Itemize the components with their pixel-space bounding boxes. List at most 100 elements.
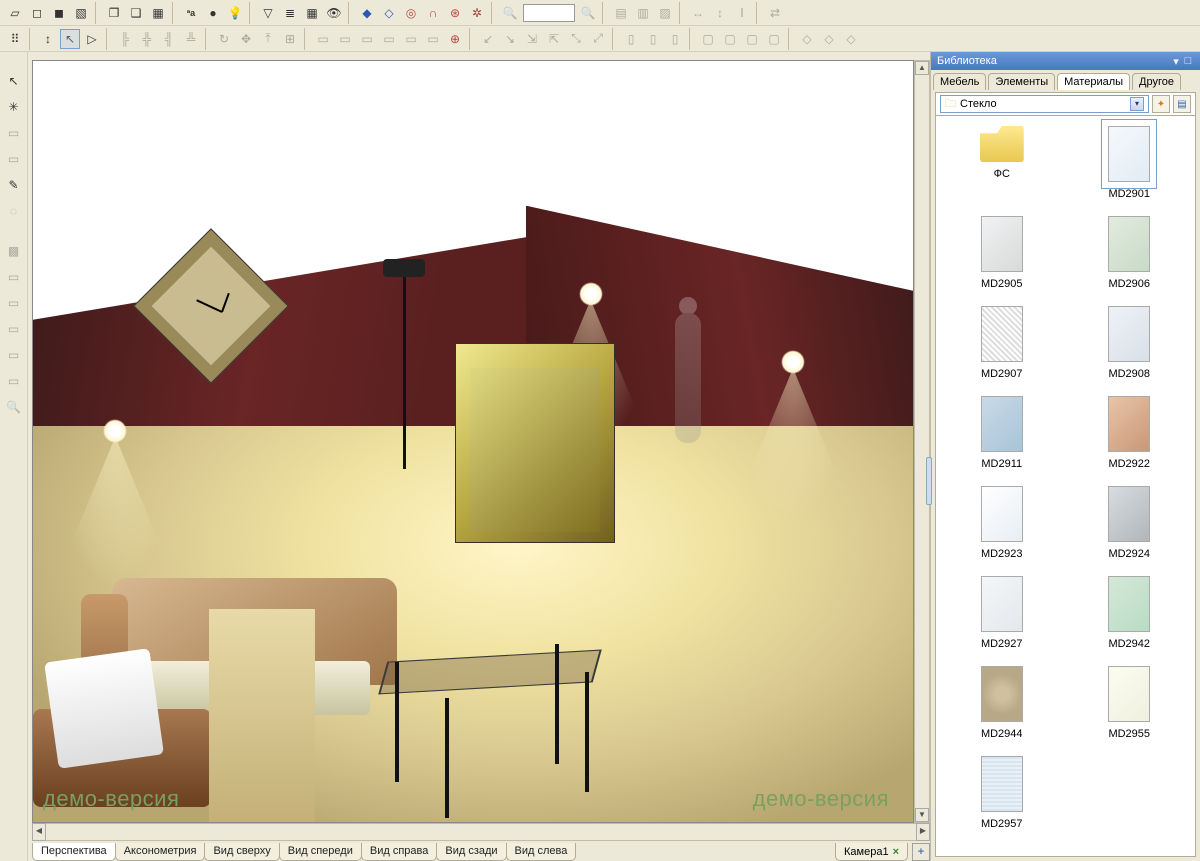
library-item[interactable]: MD2927 xyxy=(952,576,1052,650)
v1-icon[interactable]: ▯ xyxy=(620,28,642,50)
ruler-icon[interactable]: ≣ xyxy=(279,2,301,24)
category-combo[interactable]: 🗀 Стекло ▾ xyxy=(940,95,1149,113)
lasso-icon[interactable]: ◌ xyxy=(3,200,25,222)
zoom-icon[interactable]: 🔍 xyxy=(499,2,521,24)
box-open-icon[interactable]: ❑ xyxy=(125,2,147,24)
t1-icon[interactable]: ◇ xyxy=(796,28,818,50)
d3-icon[interactable]: ⇲ xyxy=(521,28,543,50)
d2-icon[interactable]: ↘ xyxy=(499,28,521,50)
scroll-down-icon[interactable]: ▼ xyxy=(915,808,929,822)
cube-icon[interactable]: ◻ xyxy=(26,2,48,24)
box-icon[interactable]: ❐ xyxy=(103,2,125,24)
d6-icon[interactable]: ⤢ xyxy=(587,28,609,50)
tool-12-icon[interactable]: ▭ xyxy=(3,370,25,392)
grid-icon[interactable]: ▦ xyxy=(301,2,323,24)
target-icon[interactable]: ⊛ xyxy=(444,2,466,24)
tool-10-icon[interactable]: ▭ xyxy=(3,318,25,340)
a2-icon[interactable]: ▭ xyxy=(334,28,356,50)
tool-9-icon[interactable]: ▭ xyxy=(3,292,25,314)
move-v-icon[interactable]: ↕ xyxy=(37,28,59,50)
library-item[interactable]: MD2911 xyxy=(952,396,1052,470)
library-item[interactable]: MD2955 xyxy=(1079,666,1179,740)
zoom-fit-icon[interactable]: 🔍 xyxy=(577,2,599,24)
library-item[interactable]: MD2907 xyxy=(952,306,1052,380)
lib-action1-icon[interactable]: ✦ xyxy=(1152,95,1170,113)
link-icon[interactable]: ⇄ xyxy=(764,2,786,24)
align4-icon[interactable]: ╩ xyxy=(180,28,202,50)
s4-icon[interactable]: ▢ xyxy=(763,28,785,50)
zoom-rect-icon[interactable]: 🔍 xyxy=(3,396,25,418)
a3-icon[interactable]: ▭ xyxy=(356,28,378,50)
library-item[interactable]: MD2923 xyxy=(952,486,1052,560)
pointer-icon[interactable]: ↖ xyxy=(59,28,81,50)
d1-icon[interactable]: ↙ xyxy=(477,28,499,50)
box-blue-icon[interactable]: ▦ xyxy=(147,2,169,24)
graph-icon[interactable]: ▩ xyxy=(3,240,25,262)
layer-icon[interactable]: ▤ xyxy=(610,2,632,24)
a4-icon[interactable]: ▭ xyxy=(378,28,400,50)
grid-dots-icon[interactable]: ⠿ xyxy=(4,28,26,50)
s2-icon[interactable]: ▢ xyxy=(719,28,741,50)
burst-tool-icon[interactable]: ✳ xyxy=(3,96,25,118)
add-view-button[interactable]: + xyxy=(912,843,930,861)
library-tab-3[interactable]: Другое xyxy=(1132,73,1181,90)
scroll-left-icon[interactable]: ◀ xyxy=(32,823,46,841)
scroll-right-icon[interactable]: ▶ xyxy=(916,823,930,841)
dim-t-icon[interactable]: Ⅰ xyxy=(731,2,753,24)
dim-v-icon[interactable]: ↕ xyxy=(709,2,731,24)
center-icon[interactable]: ⊞ xyxy=(279,28,301,50)
text-label-icon[interactable]: ªa xyxy=(180,2,202,24)
align3-icon[interactable]: ╣ xyxy=(158,28,180,50)
a7-icon[interactable]: ⊕ xyxy=(444,28,466,50)
tab-view-5[interactable]: Вид сзади xyxy=(436,843,506,861)
tool-11-icon[interactable]: ▭ xyxy=(3,344,25,366)
t3-icon[interactable]: ◇ xyxy=(840,28,862,50)
align2-icon[interactable]: ╬ xyxy=(136,28,158,50)
top-icon[interactable]: ⤒ xyxy=(257,28,279,50)
v2-icon[interactable]: ▯ xyxy=(642,28,664,50)
horizontal-scrollbar[interactable]: ◀ ▶ xyxy=(32,823,930,841)
library-item[interactable]: MD2957 xyxy=(952,756,1052,830)
library-item[interactable]: MD2942 xyxy=(1079,576,1179,650)
tab-camera[interactable]: Камера1 × xyxy=(835,843,908,861)
edge-tool-icon[interactable]: ▷ xyxy=(81,28,103,50)
s3-icon[interactable]: ▢ xyxy=(741,28,763,50)
library-item[interactable]: MD2924 xyxy=(1079,486,1179,560)
layer-up-icon[interactable]: ▥ xyxy=(632,2,654,24)
library-item[interactable]: MD2944 xyxy=(952,666,1052,740)
t2-icon[interactable]: ◇ xyxy=(818,28,840,50)
move-icon[interactable]: ✥ xyxy=(235,28,257,50)
library-item[interactable]: MD2906 xyxy=(1079,216,1179,290)
dim-h-icon[interactable]: ↔ xyxy=(687,2,709,24)
layer-dn-icon[interactable]: ▨ xyxy=(654,2,676,24)
tab-view-1[interactable]: Аксонометрия xyxy=(115,843,206,861)
tab-view-6[interactable]: Вид слева xyxy=(506,843,577,861)
tab-view-2[interactable]: Вид сверху xyxy=(204,843,279,861)
a5-icon[interactable]: ▭ xyxy=(400,28,422,50)
library-item[interactable]: MD2922 xyxy=(1079,396,1179,470)
viewport-3d[interactable]: демо-версия демо-версия xyxy=(32,60,914,823)
pointer-tool-icon[interactable]: ↖ xyxy=(3,70,25,92)
v3-icon[interactable]: ▯ xyxy=(664,28,686,50)
diamond-outline-icon[interactable]: ◇ xyxy=(378,2,400,24)
eye-icon[interactable]: 👁 xyxy=(323,2,345,24)
tool-8-icon[interactable]: ▭ xyxy=(3,266,25,288)
cog-icon[interactable]: ✲ xyxy=(466,2,488,24)
cube-solid-icon[interactable]: ◼ xyxy=(48,2,70,24)
lib-action2-icon[interactable]: ▤ xyxy=(1173,95,1191,113)
library-tab-1[interactable]: Элементы xyxy=(988,73,1055,90)
panel-pin-icon[interactable]: □ xyxy=(1182,55,1194,67)
magnet-icon[interactable]: ∩ xyxy=(422,2,444,24)
tool-3-icon[interactable]: ▭ xyxy=(3,122,25,144)
tab-view-0[interactable]: Перспектива xyxy=(32,843,116,861)
cone-icon[interactable]: ▽ xyxy=(257,2,279,24)
cube-shaded-icon[interactable]: ▧ xyxy=(70,2,92,24)
d4-icon[interactable]: ⇱ xyxy=(543,28,565,50)
new-doc-icon[interactable]: ▱ xyxy=(4,2,26,24)
library-item[interactable]: ФС xyxy=(952,126,1052,200)
eyedropper-icon[interactable]: ✎ xyxy=(3,174,25,196)
library-tab-0[interactable]: Мебель xyxy=(933,73,986,90)
compass-icon[interactable]: ◎ xyxy=(400,2,422,24)
panel-menu-icon[interactable]: ▾ xyxy=(1170,55,1182,68)
library-item[interactable]: MD2905 xyxy=(952,216,1052,290)
